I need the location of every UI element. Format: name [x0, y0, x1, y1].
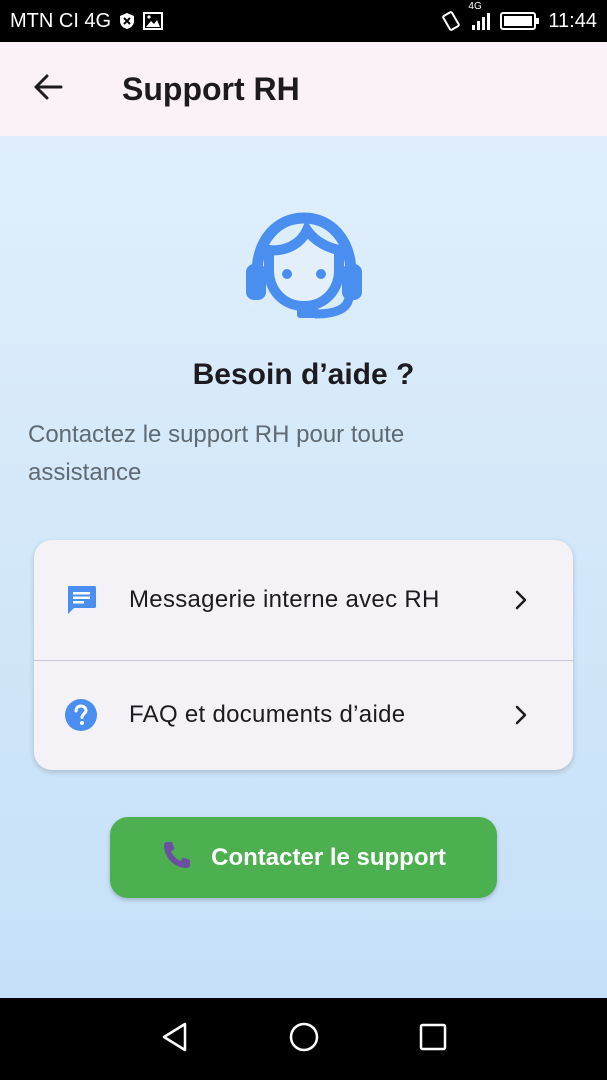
main-content: Besoin d’aide ? Contactez le support RH …	[0, 136, 607, 998]
help-subtitle: Contactez le support RH pour toute assis…	[28, 421, 405, 486]
help-heading: Besoin d’aide ?	[192, 358, 415, 391]
carrier-label: MTN CI 4G	[10, 9, 112, 32]
clock: 11:44	[548, 9, 597, 32]
app-bar: Support RH	[0, 42, 607, 136]
status-right: 4G 11:44	[440, 1, 597, 33]
square-recents-icon	[419, 1023, 447, 1056]
chevron-right-icon	[511, 703, 531, 727]
circle-home-icon	[288, 1021, 320, 1058]
nav-recents-button[interactable]	[409, 1015, 457, 1063]
option-label: Messagerie interne avec RH	[129, 586, 440, 613]
help-circle-icon	[63, 697, 99, 733]
shield-icon	[119, 12, 135, 30]
headset-support-icon	[245, 212, 363, 320]
nav-home-button[interactable]	[280, 1015, 328, 1063]
image-icon	[143, 12, 164, 30]
contact-support-button[interactable]: Contacter le support	[110, 817, 497, 898]
vibrate-icon	[440, 11, 462, 31]
option-label: FAQ et documents d’aide	[129, 701, 406, 728]
option-faq-documents[interactable]: FAQ et documents d’aide	[34, 661, 573, 769]
page-title: Support RH	[122, 70, 300, 107]
arrow-left-icon	[33, 73, 63, 106]
nav-back-button[interactable]	[151, 1015, 199, 1063]
chevron-right-icon	[511, 588, 531, 612]
triangle-back-icon	[160, 1021, 190, 1058]
signal-icon: 4G	[468, 1, 492, 31]
support-options-card: Messagerie interne avec RH FAQ et docume…	[34, 540, 573, 770]
system-nav-bar	[0, 998, 607, 1080]
network-label: 4G	[468, 1, 482, 12]
battery-icon	[500, 11, 540, 31]
chat-message-icon	[63, 582, 99, 618]
status-bar: MTN CI 4G 4G 11:44	[0, 0, 607, 42]
status-left: MTN CI 4G	[10, 9, 164, 33]
phone-icon	[161, 839, 193, 876]
contact-support-label: Contacter le support	[211, 843, 446, 871]
back-button[interactable]	[24, 65, 72, 113]
option-internal-messaging[interactable]: Messagerie interne avec RH	[34, 540, 573, 661]
